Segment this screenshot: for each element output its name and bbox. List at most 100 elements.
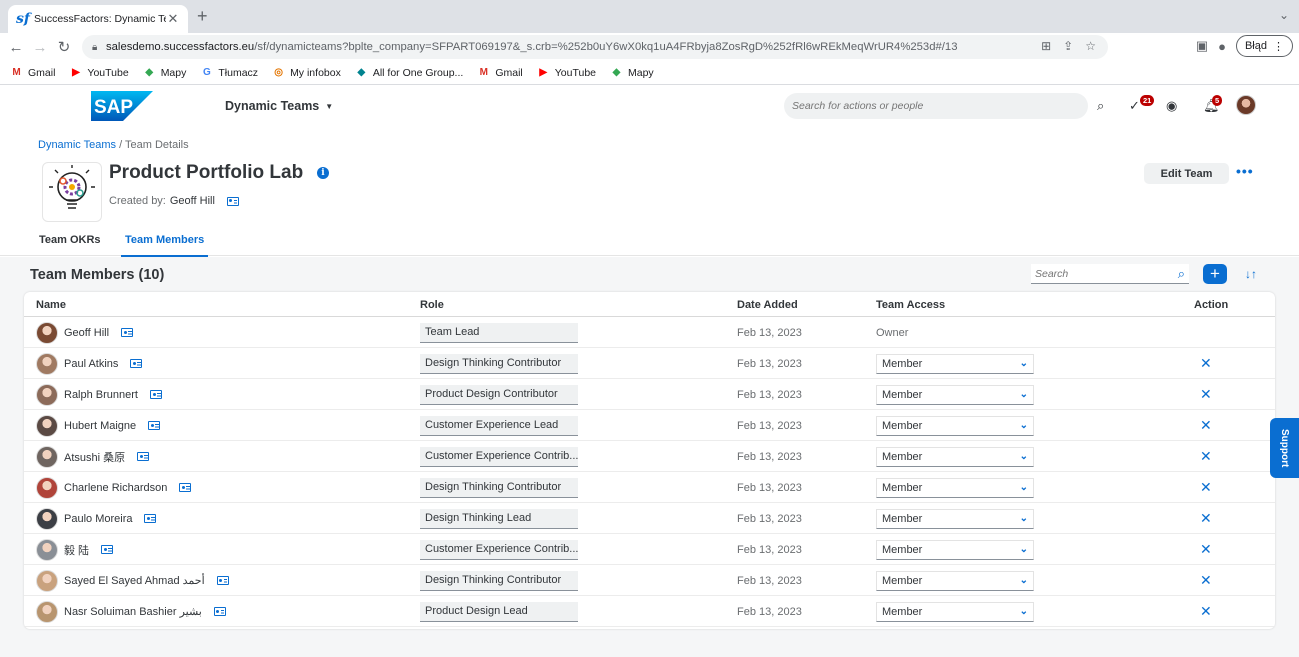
team-access-select[interactable]: Member ⌄ [876, 477, 1034, 498]
member-name[interactable]: Atsushi 桑原 [64, 449, 125, 465]
bookmark-item[interactable]: ◆ Mapy [610, 67, 654, 79]
role-field[interactable]: Design Thinking Contributor [420, 353, 578, 374]
role-field[interactable]: Design Thinking Lead [420, 508, 578, 529]
contact-card-icon[interactable] [144, 514, 157, 523]
team-access-select[interactable]: Member ⌄ [876, 415, 1034, 436]
role-field[interactable]: Product Design Lead [420, 601, 578, 622]
translate-page-icon[interactable]: ⊞ [1041, 39, 1051, 53]
team-access-select[interactable]: Member ⌄ [876, 508, 1034, 529]
role-field[interactable]: Team Lead [420, 322, 578, 343]
avatar[interactable] [36, 383, 58, 406]
avatar[interactable] [36, 352, 58, 375]
close-tab-icon[interactable]: ✕ [166, 11, 180, 27]
member-name[interactable]: Nasr Soluiman Bashier بشير [64, 605, 202, 618]
avatar[interactable] [36, 507, 58, 530]
sort-icon[interactable]: ↓↑ [1245, 267, 1257, 281]
contact-card-icon[interactable] [130, 359, 143, 368]
support-button[interactable]: Support [1270, 418, 1299, 478]
remove-member-icon[interactable]: ✕ [1200, 355, 1212, 372]
remove-member-icon[interactable]: ✕ [1200, 448, 1212, 465]
member-name[interactable]: Geoff Hill [64, 327, 109, 339]
member-name[interactable]: Ralph Brunnert [64, 389, 138, 401]
side-panel-icon[interactable]: ▣ [1196, 38, 1208, 54]
avatar[interactable] [36, 476, 58, 499]
remove-member-icon[interactable]: ✕ [1200, 572, 1212, 589]
search-icon[interactable]: ⌕ [1097, 98, 1104, 114]
role-field[interactable]: Design Thinking Contributor [420, 477, 578, 498]
browser-tab[interactable]: sf SuccessFactors: Dynamic Tea ✕ [8, 5, 188, 33]
team-access-select[interactable]: Member ⌄ [876, 353, 1034, 374]
search-icon[interactable]: ⌕ [1178, 266, 1185, 282]
add-member-button[interactable]: + [1203, 264, 1227, 284]
remove-member-icon[interactable]: ✕ [1200, 386, 1212, 403]
member-search[interactable]: ⌕ [1031, 264, 1189, 284]
contact-card-icon[interactable] [216, 576, 229, 585]
contact-card-icon[interactable] [121, 328, 134, 337]
todo-icon[interactable]: ✓ [1129, 98, 1140, 114]
remove-member-icon[interactable]: ✕ [1200, 479, 1212, 496]
assistant-icon[interactable]: ◉ [1166, 98, 1177, 114]
global-search[interactable] [784, 93, 1088, 119]
member-name[interactable]: Paul Atkins [64, 358, 118, 370]
contact-card-icon[interactable] [179, 483, 192, 492]
team-access-select[interactable]: Member ⌄ [876, 384, 1034, 405]
bookmark-item[interactable]: ▶ YouTube [69, 67, 129, 79]
account-icon[interactable]: ● [1218, 39, 1226, 54]
avatar[interactable] [36, 445, 58, 468]
member-name[interactable]: Charlene Richardson [64, 482, 167, 494]
member-name[interactable]: Paulo Moreira [64, 513, 132, 525]
contact-card-icon[interactable] [150, 390, 162, 399]
contact-card-icon[interactable] [101, 545, 114, 554]
contact-card-icon[interactable] [226, 196, 239, 206]
share-icon[interactable]: ⇪ [1063, 39, 1073, 53]
role-field[interactable]: Customer Experience Contrib... [420, 539, 578, 560]
remove-member-icon[interactable]: ✕ [1200, 603, 1212, 620]
new-tab-icon[interactable]: + [197, 6, 208, 27]
member-name[interactable]: Sayed El Sayed Ahmad أحمد [64, 574, 205, 587]
contact-card-icon[interactable] [148, 421, 161, 430]
app-title-menu[interactable]: Dynamic Teams ▼ [225, 99, 333, 113]
breadcrumb-link-dynamic-teams[interactable]: Dynamic Teams [38, 139, 116, 151]
avatar[interactable] [36, 569, 58, 592]
contact-card-icon[interactable] [137, 452, 150, 461]
avatar[interactable] [36, 538, 58, 561]
role-field[interactable]: Customer Experience Lead [420, 415, 578, 436]
tab-team-members[interactable]: Team Members [120, 234, 209, 257]
global-search-input[interactable] [792, 100, 1072, 112]
edit-team-button[interactable]: Edit Team [1144, 163, 1229, 184]
role-field[interactable]: Design Thinking Contributor [420, 570, 578, 591]
team-access-select[interactable]: Member ⌄ [876, 446, 1034, 467]
remove-member-icon[interactable]: ✕ [1200, 510, 1212, 527]
avatar[interactable] [36, 600, 58, 623]
bookmark-item[interactable]: M Gmail [477, 67, 523, 79]
bookmark-item[interactable]: ▶ YouTube [537, 67, 596, 79]
user-avatar[interactable] [1236, 95, 1256, 115]
role-field[interactable]: Customer Experience Contrib... [420, 446, 578, 467]
team-access-select[interactable]: Member ⌄ [876, 539, 1034, 560]
bookmark-item[interactable]: ◆ Mapy [143, 67, 186, 79]
profile-error-button[interactable]: Błąd ⋮ [1235, 35, 1293, 57]
bookmark-item[interactable]: ◎ My infobox [272, 67, 341, 79]
contact-card-icon[interactable] [213, 607, 226, 616]
bookmark-star-icon[interactable]: ☆ [1085, 39, 1096, 53]
more-options-icon[interactable]: ••• [1236, 163, 1254, 179]
member-name[interactable]: 毅 陆 [64, 542, 89, 558]
bookmark-item[interactable]: ◆ All for One Group... [355, 67, 463, 79]
back-arrow-icon[interactable]: ← [4, 39, 28, 56]
avatar[interactable] [36, 414, 58, 437]
remove-member-icon[interactable]: ✕ [1200, 417, 1212, 434]
tab-search-chevron-icon[interactable]: ⌄ [1279, 8, 1289, 22]
reload-icon[interactable]: ↻ [52, 38, 76, 56]
tab-team-okrs[interactable]: Team OKRs [39, 234, 101, 246]
avatar[interactable] [36, 321, 58, 344]
remove-member-icon[interactable]: ✕ [1200, 541, 1212, 558]
team-access-select[interactable]: Member ⌄ [876, 601, 1034, 622]
bookmark-item[interactable]: G Tłumacz [200, 67, 258, 79]
sap-logo[interactable]: SAP [91, 91, 153, 121]
forward-arrow-icon[interactable]: → [28, 39, 52, 56]
bookmark-item[interactable]: M Gmail [10, 67, 55, 79]
role-field[interactable]: Product Design Contributor [420, 384, 578, 405]
member-name[interactable]: Hubert Maigne [64, 420, 136, 432]
info-icon[interactable]: i [317, 167, 329, 179]
team-access-select[interactable]: Member ⌄ [876, 570, 1034, 591]
